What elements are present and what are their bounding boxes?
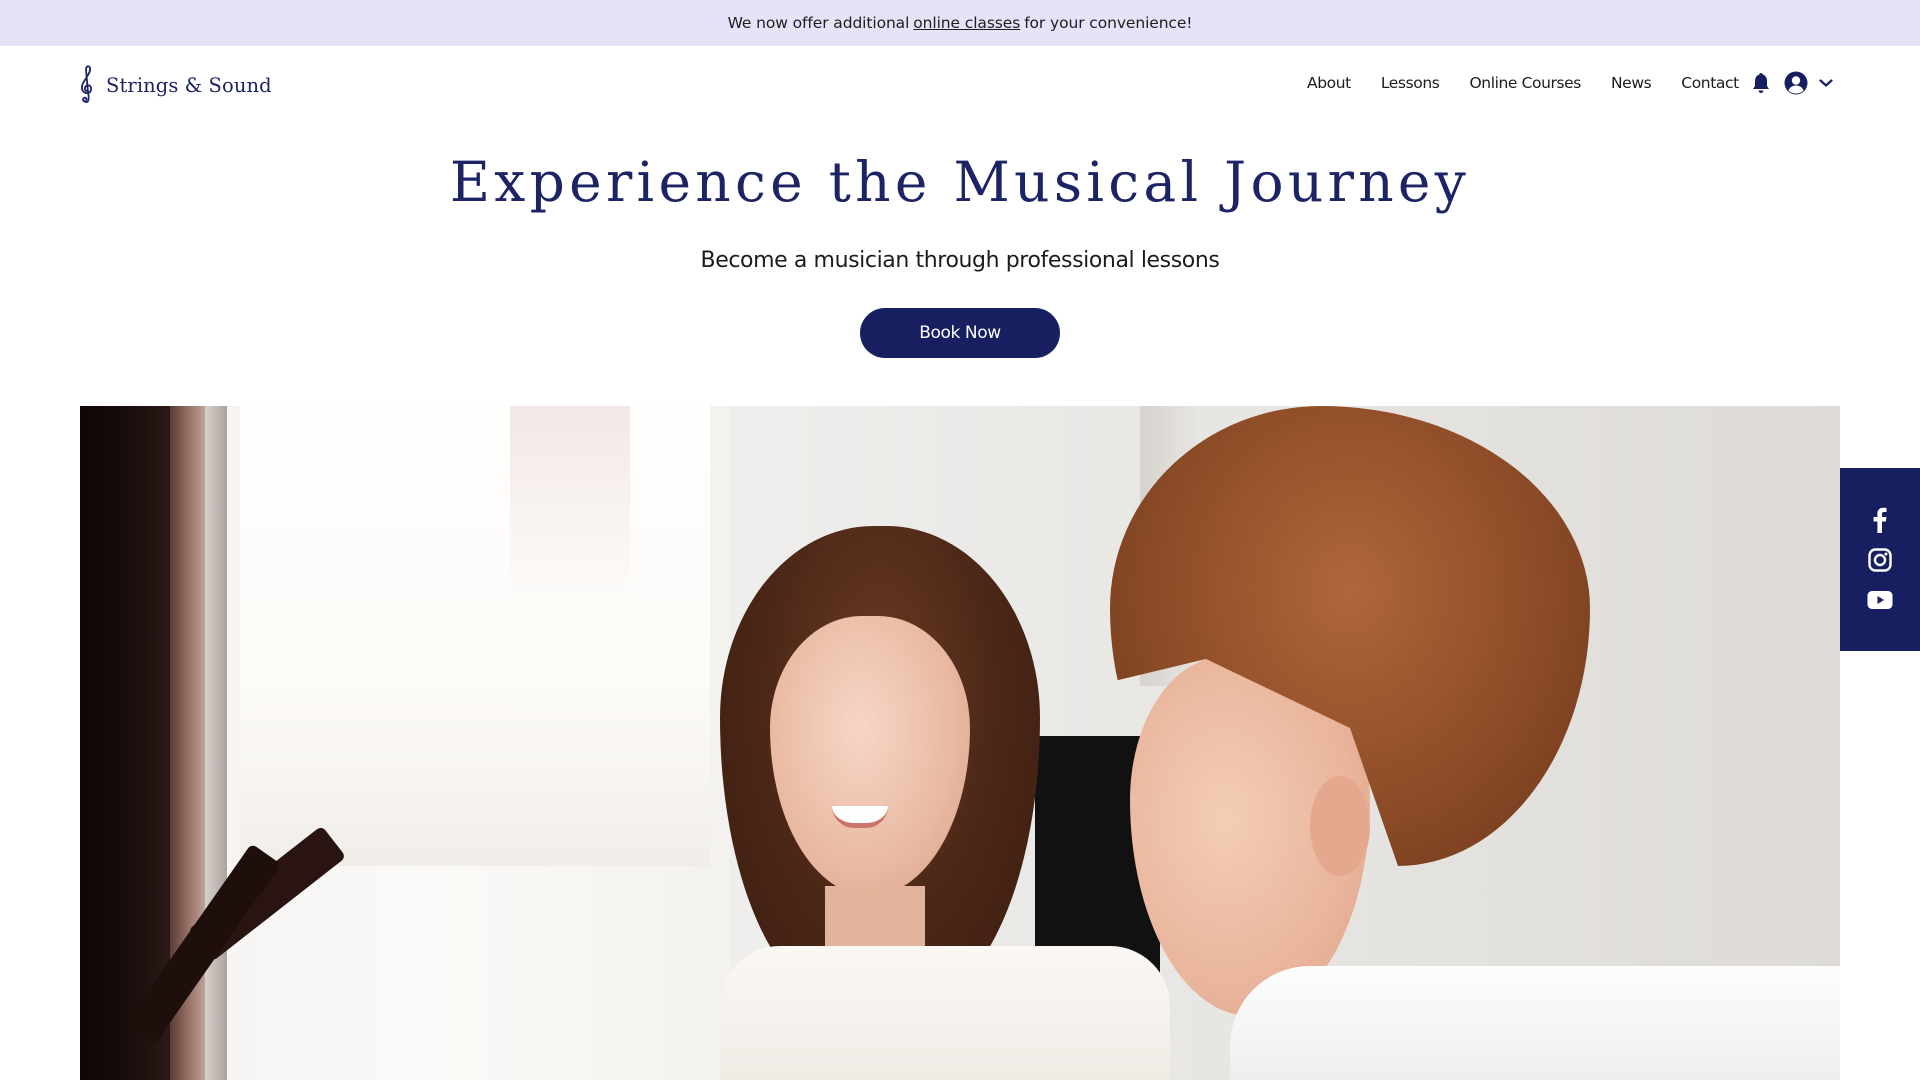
site-logo[interactable]: Strings & Sound [78,64,272,104]
chevron-down-icon[interactable] [1819,78,1833,88]
main-nav: About Lessons Online Courses News Contac… [1307,72,1739,94]
logo-text: Strings & Sound [106,73,272,97]
instagram-icon [1868,547,1892,572]
book-now-button[interactable]: Book Now [860,308,1060,358]
social-bar [1840,468,1920,651]
user-avatar-icon[interactable] [1784,71,1808,95]
hero-title: Experience the Musical Journey [449,150,1471,214]
nav-news[interactable]: News [1611,74,1652,92]
nav-about[interactable]: About [1307,74,1351,92]
nav-online-courses[interactable]: Online Courses [1469,74,1581,92]
hero-image [80,406,1840,1080]
photo-window-shade [510,406,630,606]
treble-clef-icon [81,65,93,103]
facebook-link[interactable] [1867,507,1893,533]
photo-piano-rail [205,406,227,1080]
nav-lessons[interactable]: Lessons [1381,74,1440,92]
user-tools [1752,70,1833,96]
youtube-link[interactable] [1867,587,1893,613]
photo-woman-shirt [720,946,1170,1080]
nav-contact[interactable]: Contact [1681,74,1739,92]
instagram-link[interactable] [1867,547,1893,573]
photo-boy-ear [1310,776,1370,876]
facebook-icon [1873,507,1887,533]
announcement-bar: We now offer additional online classes f… [0,0,1920,46]
announcement-prefix: We now offer additional [727,14,910,32]
site-header: Strings & Sound About Lessons Online Cou… [0,46,1920,124]
photo-window [240,406,710,866]
announcement-suffix: for your convenience! [1024,14,1193,32]
online-classes-link[interactable]: online classes [913,14,1020,32]
photo-boy-shirt [1230,966,1840,1080]
youtube-icon [1867,590,1893,609]
bell-icon[interactable] [1752,72,1770,94]
hero-subtitle: Become a musician through professional l… [700,248,1220,273]
